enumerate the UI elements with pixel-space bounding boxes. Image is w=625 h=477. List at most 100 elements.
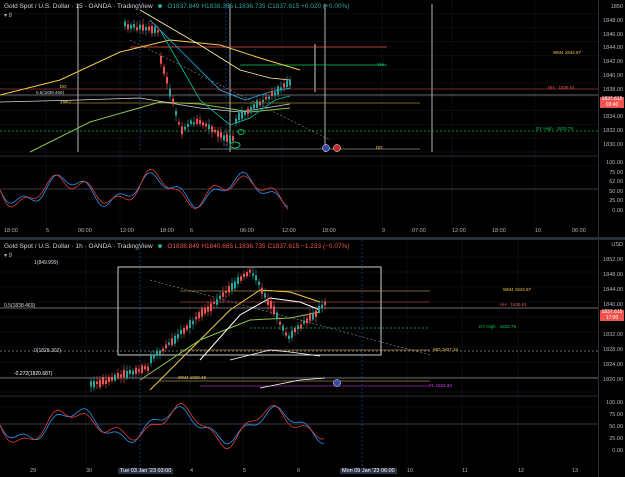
price-tick: 1844.00 <box>603 287 623 293</box>
yl-level-label: YL 1816.34 <box>429 383 452 388</box>
price-axis-15m[interactable]: 1850 1848.00 1846.00 1844.00 1842.00 1840.00 1… <box>598 0 625 237</box>
price-tick: 1840.00 <box>603 73 623 79</box>
candle-body <box>117 372 119 378</box>
candle-body <box>205 123 207 127</box>
symbol-title[interactable]: Gold Spot / U.S. Dollar · 1h · OANDA · T… <box>4 243 153 250</box>
candle-body <box>124 21 126 27</box>
candle-body <box>261 287 263 294</box>
candle-body <box>151 25 153 34</box>
candle-body <box>253 104 255 109</box>
crosshair-time-label: Tue 03 Jan '23 03:00 <box>118 468 174 474</box>
ohlc-values: O1837.849 H1838.385 L1836.735 C1837.615 … <box>167 3 350 10</box>
hh-level-label: HH · 1839.51 <box>500 302 527 307</box>
candle-body <box>324 301 326 306</box>
price-tick: 1840.00 <box>603 302 623 308</box>
candle-body <box>177 334 179 339</box>
candle-body <box>199 119 201 124</box>
candle-body <box>249 269 251 273</box>
candle-body <box>244 111 246 115</box>
candle-body <box>232 136 234 141</box>
candle-body <box>268 96 270 100</box>
candle-body <box>210 303 212 311</box>
dd-lower-label: DD <box>376 145 383 150</box>
yhi-level-label: YHi <box>377 62 385 67</box>
time-tick: 4 <box>190 468 194 474</box>
candle-body <box>144 366 146 370</box>
candle-body <box>228 286 230 293</box>
indicators-collapse-button[interactable]: ▾ 8 <box>4 12 12 19</box>
hh-level-label: HH · 1839.51 <box>548 85 575 90</box>
candle-body <box>111 376 113 381</box>
oscillator-tick: 75.00 <box>609 412 623 418</box>
candle-body <box>255 275 257 281</box>
candle-body <box>237 277 239 284</box>
candle-body <box>258 281 260 285</box>
price-tick: 1828.00 <box>603 347 623 353</box>
chart-canvas-1h[interactable] <box>0 240 625 477</box>
candle-body <box>159 350 161 355</box>
candle-body <box>136 27 138 31</box>
candle-body <box>148 26 150 31</box>
candle-body <box>162 348 164 352</box>
market-open-dot <box>157 244 162 249</box>
time-tick: 6 <box>297 468 301 474</box>
price-tick: 1842.00 <box>603 59 623 66</box>
symbol-title[interactable]: Gold Spot / U.S. Dollar · 15 · OANDA · T… <box>4 3 153 10</box>
price-tick: 1844.00 <box>603 45 623 52</box>
time-tick: 06:00 <box>572 228 586 234</box>
price-tick: USD <box>611 242 623 248</box>
time-tick: 12:00 <box>120 228 134 234</box>
candle-body <box>250 107 252 111</box>
wm-level-label: WM4 1842.67 <box>553 50 582 55</box>
candle-body <box>196 118 198 124</box>
ma-white-lower <box>259 377 326 389</box>
candle-body <box>142 24 144 31</box>
chart-canvas-15m[interactable] <box>0 0 625 237</box>
candle-body <box>231 283 233 290</box>
time-tick: 10 <box>407 468 414 474</box>
candle-body <box>150 355 152 364</box>
symbol-header: Gold Spot / U.S. Dollar · 1h · OANDA · T… <box>4 243 350 250</box>
candle-body <box>190 120 192 124</box>
oscillator-tick: 0.00 <box>612 207 623 214</box>
time-tick: 30 <box>86 468 93 474</box>
wm-lower-label: WM4 1820.48 <box>178 375 207 380</box>
candle-body <box>217 131 219 137</box>
time-tick: 18:00 <box>492 228 506 234</box>
time-tick: 5 <box>243 468 247 474</box>
candle-body <box>226 134 228 142</box>
candle-body <box>208 124 210 130</box>
last-price-box: 1837.615 03:40 <box>600 96 624 108</box>
candle-body <box>241 110 243 119</box>
candle-body <box>178 122 180 125</box>
wm-level-label: WM4 1843.67 <box>503 287 532 292</box>
price-tick: 1852.00 <box>603 257 623 263</box>
candle-body <box>90 381 92 387</box>
candle-body <box>256 100 258 108</box>
price-tick: 1830.00 <box>603 142 623 148</box>
time-tick: 9 <box>382 228 386 234</box>
chart-pane-15m[interactable]: Gold Spot / U.S. Dollar · 15 · OANDA · T… <box>0 0 625 237</box>
wd-level-label: WD 1827.34 <box>433 347 459 352</box>
candle-body <box>246 272 248 277</box>
price-tick: 1848.00 <box>603 17 623 24</box>
candle-body <box>108 376 110 383</box>
ohlc-values: O1838.849 H1840.685 L1836.735 C1837.615 … <box>167 243 350 250</box>
market-open-dot <box>157 4 162 9</box>
candle-body <box>102 376 104 385</box>
candle-body <box>129 370 131 374</box>
candle-body <box>145 26 147 31</box>
price-tick: 1848.00 <box>603 272 623 278</box>
candle-body <box>303 320 305 324</box>
last-price-box: 1837.615 17:00 <box>600 309 624 321</box>
candle-body <box>265 96 267 100</box>
candle-body <box>114 375 116 381</box>
candle-body <box>238 112 240 121</box>
price-axis-1h[interactable]: USD1852.001848.001844.001840.001836.0018… <box>598 240 625 477</box>
indicators-collapse-button[interactable]: ▾ 9 <box>4 252 12 259</box>
candle-body <box>139 24 141 30</box>
candle-body <box>297 325 299 330</box>
candle-body <box>289 79 291 86</box>
chart-pane-1h[interactable]: Gold Spot / U.S. Dollar · 1h · OANDA · T… <box>0 240 625 477</box>
time-tick: 12 <box>518 468 525 474</box>
